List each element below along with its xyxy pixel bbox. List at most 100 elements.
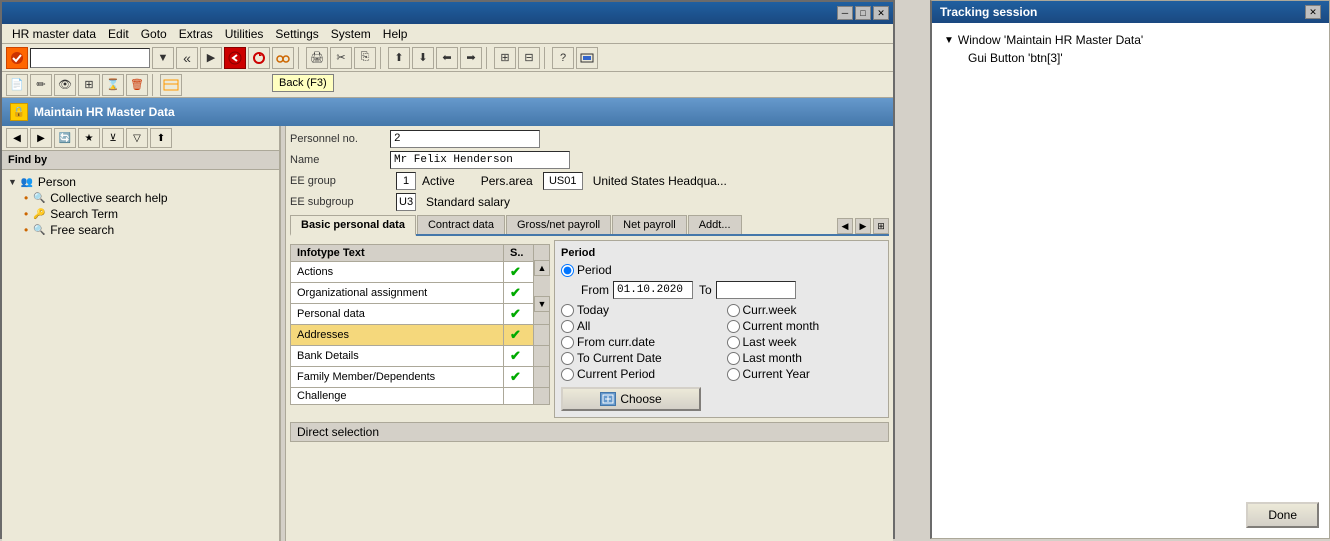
nav-up-btn[interactable]: ⬆ (150, 128, 172, 148)
personnel-input[interactable] (390, 130, 540, 148)
tab-nav-next[interactable]: ▶ (855, 218, 871, 234)
status-button[interactable] (576, 47, 598, 69)
current-period-radio[interactable] (561, 368, 574, 381)
ok-button[interactable] (6, 47, 28, 69)
tab-addt[interactable]: Addt... (688, 215, 742, 234)
dropdown-arrow[interactable]: ▼ (152, 47, 174, 69)
prev-button[interactable]: « (176, 47, 198, 69)
tree-search-term[interactable]: • 🔑 Search Term (22, 206, 275, 222)
tree-free-search[interactable]: • 🔍 Free search (22, 222, 275, 238)
left-button[interactable]: ⬅ (436, 47, 458, 69)
delete-button[interactable]: 🗑 (126, 74, 148, 96)
tab-gross-net[interactable]: Gross/net payroll (506, 215, 611, 234)
table-row[interactable]: Organizational assignment ✔ (291, 283, 550, 304)
nav-refresh-btn[interactable]: 🔄 (54, 128, 76, 148)
last-week-option[interactable]: Last week (727, 335, 873, 349)
next-button[interactable]: ▶ (200, 47, 222, 69)
curr-week-option[interactable]: Curr.week (727, 303, 873, 317)
nav-forward-btn[interactable]: ▶ (30, 128, 52, 148)
ee-subgroup-input[interactable] (396, 193, 416, 211)
table-row[interactable]: Actions ✔ (291, 262, 550, 283)
print-button[interactable]: 🖨 (306, 47, 328, 69)
to-date-input[interactable] (716, 281, 796, 299)
menu-hrmaster[interactable]: HR master data (6, 25, 102, 43)
tab-net-payroll[interactable]: Net payroll (612, 215, 687, 234)
current-period-option[interactable]: Current Period (561, 367, 707, 381)
scroll-down-arrow[interactable]: ▼ (534, 296, 550, 312)
menu-help[interactable]: Help (377, 25, 414, 43)
scroll-up-arrow[interactable]: ▲ (534, 260, 550, 276)
upload-button[interactable]: ⬆ (388, 47, 410, 69)
tree-container: ▼ 👥 Person • 🔍 Collective search help • … (2, 170, 279, 242)
maximize-button[interactable]: □ (855, 6, 871, 20)
today-radio[interactable] (561, 304, 574, 317)
from-curr-date-radio[interactable] (561, 336, 574, 349)
menu-edit[interactable]: Edit (102, 25, 135, 43)
binoculars-button[interactable] (272, 47, 294, 69)
edit-button[interactable]: ✏ (30, 74, 52, 96)
overview-button[interactable] (160, 74, 182, 96)
tab-nav-prev[interactable]: ◀ (837, 218, 853, 234)
delimit-button[interactable]: ⌛ (102, 74, 124, 96)
curr-week-radio[interactable] (727, 304, 740, 317)
refresh-button[interactable] (248, 47, 270, 69)
copy2-button[interactable]: ⊞ (78, 74, 100, 96)
tab-nav-expand[interactable]: ⊞ (873, 218, 889, 234)
window-button[interactable]: ⊟ (518, 47, 540, 69)
minimize-button[interactable]: ─ (837, 6, 853, 20)
last-month-radio[interactable] (727, 352, 740, 365)
ee-group-input[interactable] (396, 172, 416, 190)
last-month-option[interactable]: Last month (727, 351, 873, 365)
tracking-tree-child-0[interactable]: Gui Button 'btn[3]' (964, 49, 1321, 67)
current-year-option[interactable]: Current Year (727, 367, 873, 381)
table-row[interactable]: Bank Details ✔ (291, 346, 550, 367)
help-icon-button[interactable]: ? (552, 47, 574, 69)
to-current-date-option[interactable]: To Current Date (561, 351, 707, 365)
today-option[interactable]: Today (561, 303, 707, 317)
period-radio-label[interactable]: Period (561, 263, 612, 277)
tree-collective-search[interactable]: • 🔍 Collective search help (22, 190, 275, 206)
to-current-date-radio[interactable] (561, 352, 574, 365)
last-week-radio[interactable] (727, 336, 740, 349)
view-button[interactable]: 👁 (54, 74, 76, 96)
from-curr-date-option[interactable]: From curr.date (561, 335, 707, 349)
tracking-tree-root[interactable]: ▼ Window 'Maintain HR Master Data' (940, 31, 1321, 49)
right-button[interactable]: ➡ (460, 47, 482, 69)
tab-basic-personal[interactable]: Basic personal data (290, 215, 416, 236)
cut-button[interactable]: ✂ (330, 47, 352, 69)
period-radio-input[interactable] (561, 264, 574, 277)
current-year-radio[interactable] (727, 368, 740, 381)
nav-back-btn[interactable]: ◀ (6, 128, 28, 148)
tree-root-person[interactable]: ▼ 👥 Person (6, 174, 275, 190)
from-date-input[interactable] (613, 281, 693, 299)
layout-button[interactable]: ⊞ (494, 47, 516, 69)
tab-contract[interactable]: Contract data (417, 215, 505, 234)
choose-button[interactable]: Choose (561, 387, 701, 411)
menu-system[interactable]: System (325, 25, 377, 43)
menu-utilities[interactable]: Utilities (219, 25, 270, 43)
download-button[interactable]: ⬇ (412, 47, 434, 69)
table-row[interactable]: Personal data ✔ (291, 304, 550, 325)
table-row-highlighted[interactable]: Addresses ✔ (291, 325, 550, 346)
all-option[interactable]: All (561, 319, 707, 333)
nav-bookmark-btn[interactable]: ★ (78, 128, 100, 148)
close-button[interactable]: ✕ (873, 6, 889, 20)
back-button[interactable] (224, 47, 246, 69)
copy-button[interactable]: ⎘ (354, 47, 376, 69)
current-month-radio[interactable] (727, 320, 740, 333)
nav-history-btn[interactable]: ⊻ (102, 128, 124, 148)
all-radio[interactable] (561, 320, 574, 333)
menu-extras[interactable]: Extras (173, 25, 219, 43)
table-row[interactable]: Family Member/Dependents ✔ (291, 367, 550, 388)
table-row[interactable]: Challenge (291, 388, 550, 405)
nav-filter-btn[interactable]: ▽ (126, 128, 148, 148)
tracking-close-button[interactable]: ✕ (1305, 5, 1321, 19)
new-button[interactable]: 📄 (6, 74, 28, 96)
name-input[interactable] (390, 151, 570, 169)
current-month-option[interactable]: Current month (727, 319, 873, 333)
done-button[interactable]: Done (1246, 502, 1319, 528)
menu-goto[interactable]: Goto (135, 25, 173, 43)
pers-area-input[interactable] (543, 172, 583, 190)
command-input[interactable] (30, 48, 150, 68)
menu-settings[interactable]: Settings (269, 25, 324, 43)
